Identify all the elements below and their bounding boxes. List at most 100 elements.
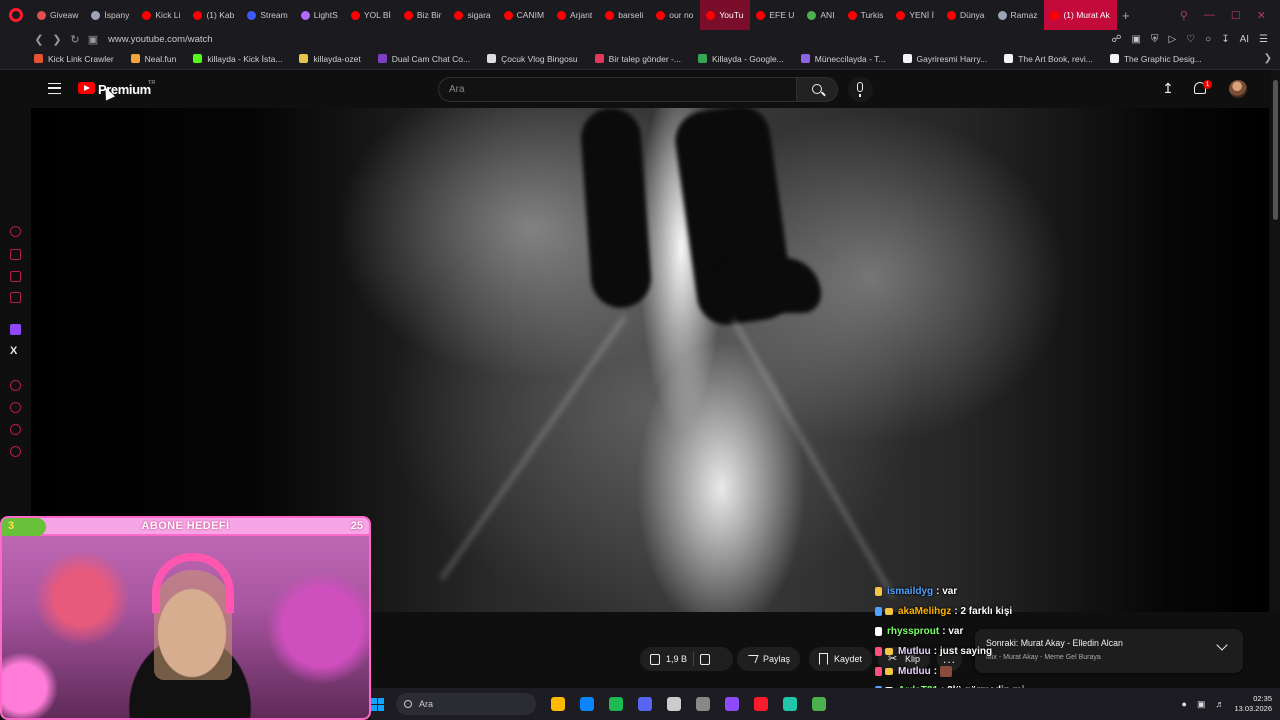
gift-icon[interactable] [10,249,21,260]
taskbar-app-icon[interactable] [638,697,652,711]
taskbar-app-icon[interactable] [754,697,768,711]
taskbar-search[interactable]: Ara [396,693,536,715]
browser-tab[interactable]: Stream [241,0,294,30]
page-scrollbar[interactable] [1271,70,1280,688]
bookmark-item[interactable]: Çocuk Vlog Bingosu [487,54,578,64]
twitch-icon[interactable] [10,324,21,335]
maximize-icon[interactable]: ☐ [1231,9,1241,22]
shield-icon[interactable]: ⛨ [1151,34,1159,45]
snapshot-icon[interactable]: ▣ [1132,34,1141,45]
hamburger-menu-icon[interactable] [48,83,61,94]
new-tab-button[interactable]: + [1117,8,1135,23]
save-button[interactable]: Kaydet [809,647,873,671]
x-twitter-icon[interactable]: X [10,345,17,357]
minimize-icon[interactable]: — [1204,9,1215,22]
network-icon[interactable]: ▣ [1197,699,1206,710]
windows-start-icon[interactable] [371,697,384,711]
taskbar-app-icon[interactable] [551,697,565,711]
bookmark-item[interactable]: killayda - Kick İsta... [193,54,282,64]
bookmark-item[interactable]: The Art Book, revi... [1004,54,1093,64]
browser-tab[interactable]: Arjant [551,0,599,30]
bookmark-item[interactable]: Kick Link Crawler [34,54,114,64]
taskbar-app-icon[interactable] [580,697,594,711]
clock-time: 02:35 [1253,694,1272,703]
bookmark-item[interactable]: Bir talep gönder -... [594,54,681,64]
settings-icon[interactable] [10,446,21,457]
wallet-icon[interactable]: ○ [1205,34,1211,45]
back-icon[interactable]: ❮ [30,33,48,46]
divider [693,652,695,666]
extensions-icon[interactable] [10,424,21,435]
like-count[interactable]: 1,9 B [666,654,687,664]
browser-tab[interactable]: (1) Murat Ak [1044,0,1117,30]
taskbar-app-icon[interactable] [812,697,826,711]
scrollbar-thumb[interactable] [1273,80,1278,220]
heart-icon[interactable]: ♡ [1186,34,1195,45]
forward-icon[interactable]: ❯ [48,33,66,46]
clock[interactable]: 02:35 13.03.2026 [1234,694,1272,714]
player-icon[interactable] [10,380,21,391]
browser-tab[interactable]: CANIM [498,0,551,30]
share-button[interactable]: Paylaş [737,647,801,671]
music-icon[interactable] [10,292,21,303]
url-field[interactable]: www.youtube.com/watch [108,34,213,45]
aria-icon[interactable] [10,226,21,237]
history-icon[interactable] [10,402,21,413]
browser-tab[interactable]: Biz Bir [398,0,449,30]
browser-tab[interactable]: Giveaw [31,0,85,30]
browser-tab[interactable]: our no [650,0,700,30]
play-icon[interactable]: ▷ [1168,34,1176,45]
browser-tab[interactable]: YOL Bİ [345,0,398,30]
ai-button[interactable]: AI [1240,34,1249,45]
bookmark-item[interactable]: Neal.fun [130,54,176,64]
bookmark-item[interactable]: Dual Cam Chat Co... [377,54,470,64]
bookmark-item[interactable]: The Graphic Desig... [1109,54,1202,64]
browser-tab[interactable]: ANI [801,0,841,30]
taskbar-app-icon[interactable] [667,697,681,711]
bookmark-item[interactable]: Müneccilayda - T... [800,54,886,64]
search-button[interactable] [796,77,838,102]
browser-tab[interactable]: barseli [599,0,650,30]
browser-tab[interactable]: YouTu [700,0,751,30]
taskbar-app-icon[interactable] [725,697,739,711]
youtube-logo-icon[interactable] [78,82,95,94]
dislike-icon[interactable] [700,653,711,665]
chat-text: : just saying [933,645,993,657]
volume-icon[interactable]: ♬ [1215,699,1224,709]
browser-tab[interactable]: sigara [448,0,497,30]
voice-search-button[interactable] [848,77,873,102]
pin-icon[interactable]: ☍ [1111,34,1121,45]
bookmark-item[interactable]: Gayriresmi Harry... [902,54,987,64]
reload-icon[interactable]: ↻ [66,33,84,46]
download-icon[interactable]: ↧ [1221,34,1229,45]
browser-tab[interactable]: İspany [85,0,136,30]
chat-badge-icon [885,667,893,675]
browser-tab[interactable]: (1) Kab [187,0,241,30]
taskbar-app-icon[interactable] [696,697,710,711]
notifications-button[interactable]: 1 [1193,80,1212,98]
browser-tab[interactable]: Turkis [842,0,891,30]
upload-icon[interactable]: ↥ [1161,81,1175,97]
browser-tab[interactable]: LightS [295,0,345,30]
chevron-down-icon[interactable] [1216,639,1228,651]
like-icon[interactable] [650,653,660,665]
opera-logo-icon[interactable] [9,8,23,22]
browser-tab[interactable]: YENİ İ [890,0,941,30]
browser-tab[interactable]: EFE U [750,0,801,30]
taskbar-app-icon[interactable] [783,697,797,711]
messenger-icon[interactable] [10,271,21,282]
search-tabs-icon[interactable]: ⚲ [1180,9,1188,22]
browser-tab[interactable]: Ramaz [992,0,1045,30]
menu-icon[interactable]: ☰ [1259,34,1268,45]
bookmarks-more-icon[interactable]: ❯ [1264,53,1272,64]
like-dislike-group: 1,9 B [640,647,733,671]
taskbar-app-icon[interactable] [609,697,623,711]
bookmark-item[interactable]: killayda-ozet [299,54,361,64]
microphone-icon[interactable]: ● [1182,699,1187,709]
browser-tab[interactable]: Kick Li [136,0,187,30]
bookmark-item[interactable]: Killayda - Google... [697,54,784,64]
account-avatar[interactable] [1229,80,1247,98]
close-icon[interactable]: ✕ [1257,9,1266,22]
search-input[interactable] [439,78,796,101]
browser-tab[interactable]: Dünya [941,0,992,30]
